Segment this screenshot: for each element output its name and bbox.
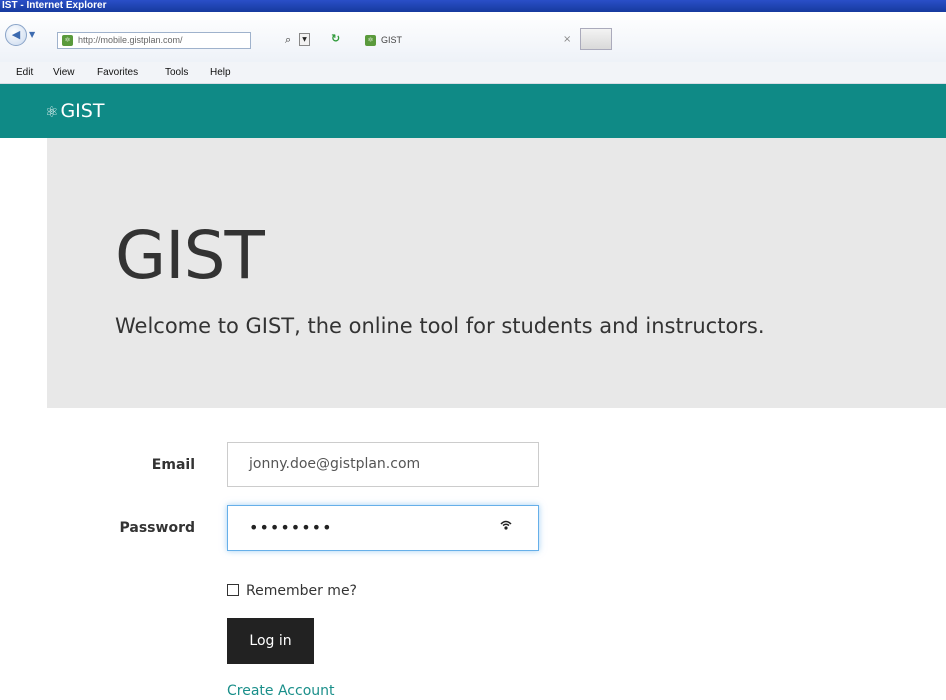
brand-name: GIST <box>60 100 105 122</box>
jumbotron: GIST Welcome to GIST, the online tool fo… <box>47 138 946 408</box>
search-icon[interactable]: ⌕ <box>285 33 291 47</box>
site-header: ⚛ GIST <box>0 84 946 138</box>
window-title: IST - Internet Explorer <box>2 0 107 11</box>
atom-logo-icon: ⚛ <box>45 103 59 121</box>
address-bar[interactable]: ⚛ http://mobile.gistplan.com/ <box>57 32 251 49</box>
remember-me-row[interactable]: Remember me? <box>227 582 357 600</box>
create-account-link[interactable]: Create Account <box>227 682 335 700</box>
remember-me-label: Remember me? <box>246 583 357 599</box>
tab-title: GIST <box>381 35 403 45</box>
menu-item-tools[interactable]: Tools <box>165 62 188 84</box>
gist-favicon-icon: ⚛ <box>62 35 73 46</box>
login-button[interactable]: Log in <box>227 618 314 664</box>
email-label: Email <box>151 457 195 473</box>
address-dropdown-button[interactable]: ▼ <box>299 33 310 46</box>
brand-link[interactable]: ⚛ GIST <box>45 99 104 124</box>
password-label: Password <box>119 520 195 536</box>
refresh-icon[interactable]: ↻ <box>331 32 340 45</box>
forward-dropdown-icon[interactable]: ▼ <box>29 30 35 39</box>
window-title-bar: IST - Internet Explorer <box>0 0 946 12</box>
menu-bar: Edit View Favorites Tools Help <box>0 62 946 84</box>
menu-item-help[interactable]: Help <box>210 62 231 84</box>
menu-item-view[interactable]: View <box>53 62 75 84</box>
reveal-password-icon[interactable] <box>499 519 513 533</box>
remember-me-checkbox[interactable] <box>227 584 239 596</box>
email-field[interactable]: jonny.doe@gistplan.com <box>227 442 539 487</box>
page-title: GIST <box>115 217 265 294</box>
gist-favicon-icon: ⚛ <box>365 35 376 46</box>
password-field[interactable]: •••••••• <box>227 505 539 551</box>
eye-icon <box>500 520 512 530</box>
welcome-text: Welcome to GIST, the online tool for stu… <box>115 314 765 338</box>
tab-gist[interactable]: ⚛ GIST <box>361 32 579 49</box>
close-tab-icon[interactable]: × <box>563 34 571 45</box>
back-arrow-icon[interactable]: ◀ <box>5 24 27 46</box>
menu-item-favorites[interactable]: Favorites <box>97 62 138 84</box>
menu-item-edit[interactable]: Edit <box>16 62 33 84</box>
address-url: http://mobile.gistplan.com/ <box>78 35 183 45</box>
browser-navigation-bar: ◀ ▼ ⚛ http://mobile.gistplan.com/ ⌕ ▼ ↻ … <box>0 12 946 62</box>
new-tab-button[interactable] <box>580 28 612 50</box>
